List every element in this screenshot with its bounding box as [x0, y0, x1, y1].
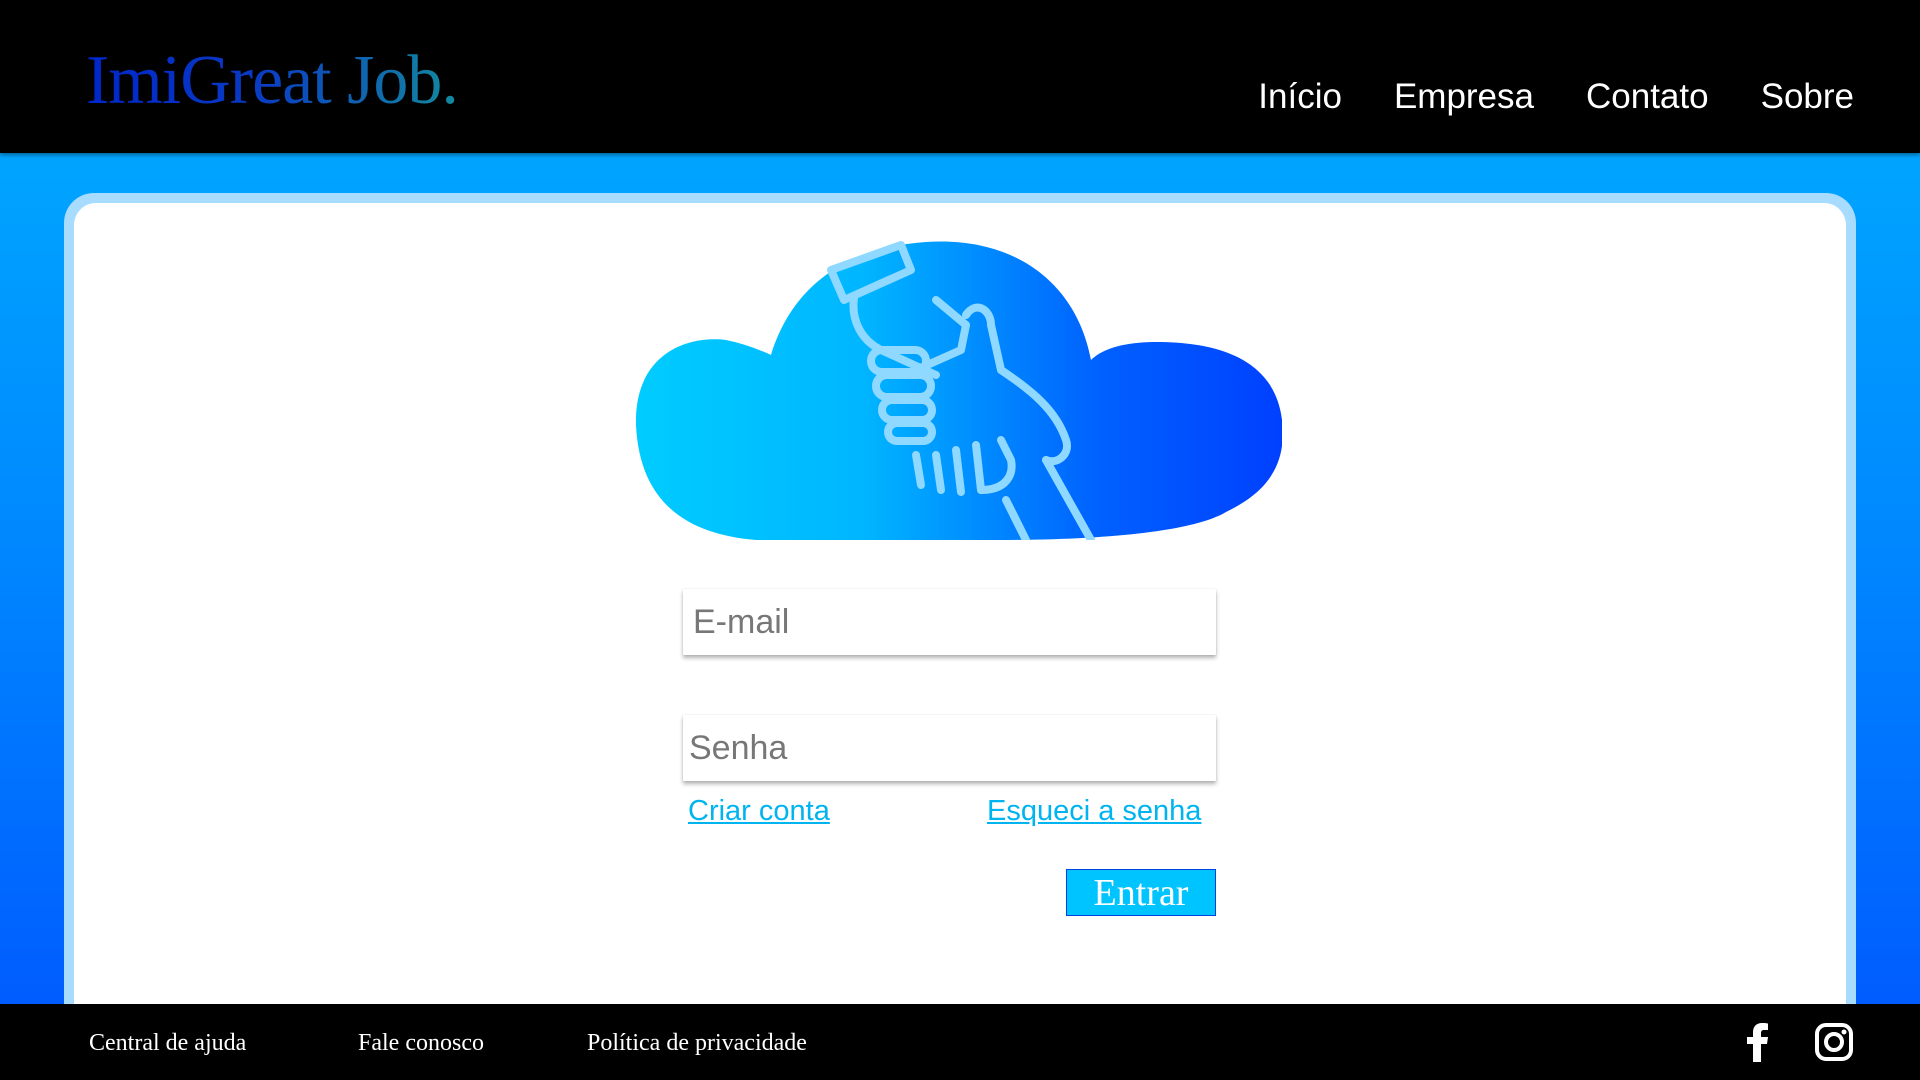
password-input[interactable] [683, 715, 1216, 781]
nav-item-contato[interactable]: Contato [1586, 73, 1709, 121]
create-account-link[interactable]: Criar conta [688, 795, 830, 828]
nav-item-sobre[interactable]: Sobre [1761, 73, 1854, 121]
site-footer: Central de ajuda Fale conosco Política d… [0, 1004, 1920, 1080]
email-input[interactable] [683, 589, 1216, 655]
password-field[interactable] [683, 715, 1216, 781]
cloud-handshake-icon [636, 241, 1282, 540]
logo[interactable]: ImiGreat Job. [86, 38, 459, 124]
nav-item-inicio[interactable]: Início [1258, 73, 1342, 121]
instagram-icon[interactable] [1814, 1022, 1854, 1062]
email-field[interactable] [683, 589, 1216, 655]
forgot-password-link[interactable]: Esqueci a senha [987, 795, 1201, 828]
site-header: ImiGreat Job. Início Empresa Contato Sob… [0, 0, 1920, 153]
facebook-icon[interactable] [1738, 1022, 1778, 1062]
footer-link-help-center[interactable]: Central de ajuda [89, 1028, 246, 1058]
footer-link-contact-us[interactable]: Fale conosco [358, 1028, 484, 1058]
nav-item-empresa[interactable]: Empresa [1394, 73, 1534, 121]
main-nav: Início Empresa Contato Sobre [1258, 73, 1854, 121]
footer-link-privacy-policy[interactable]: Política de privacidade [587, 1028, 807, 1058]
login-button[interactable]: Entrar [1066, 869, 1216, 916]
